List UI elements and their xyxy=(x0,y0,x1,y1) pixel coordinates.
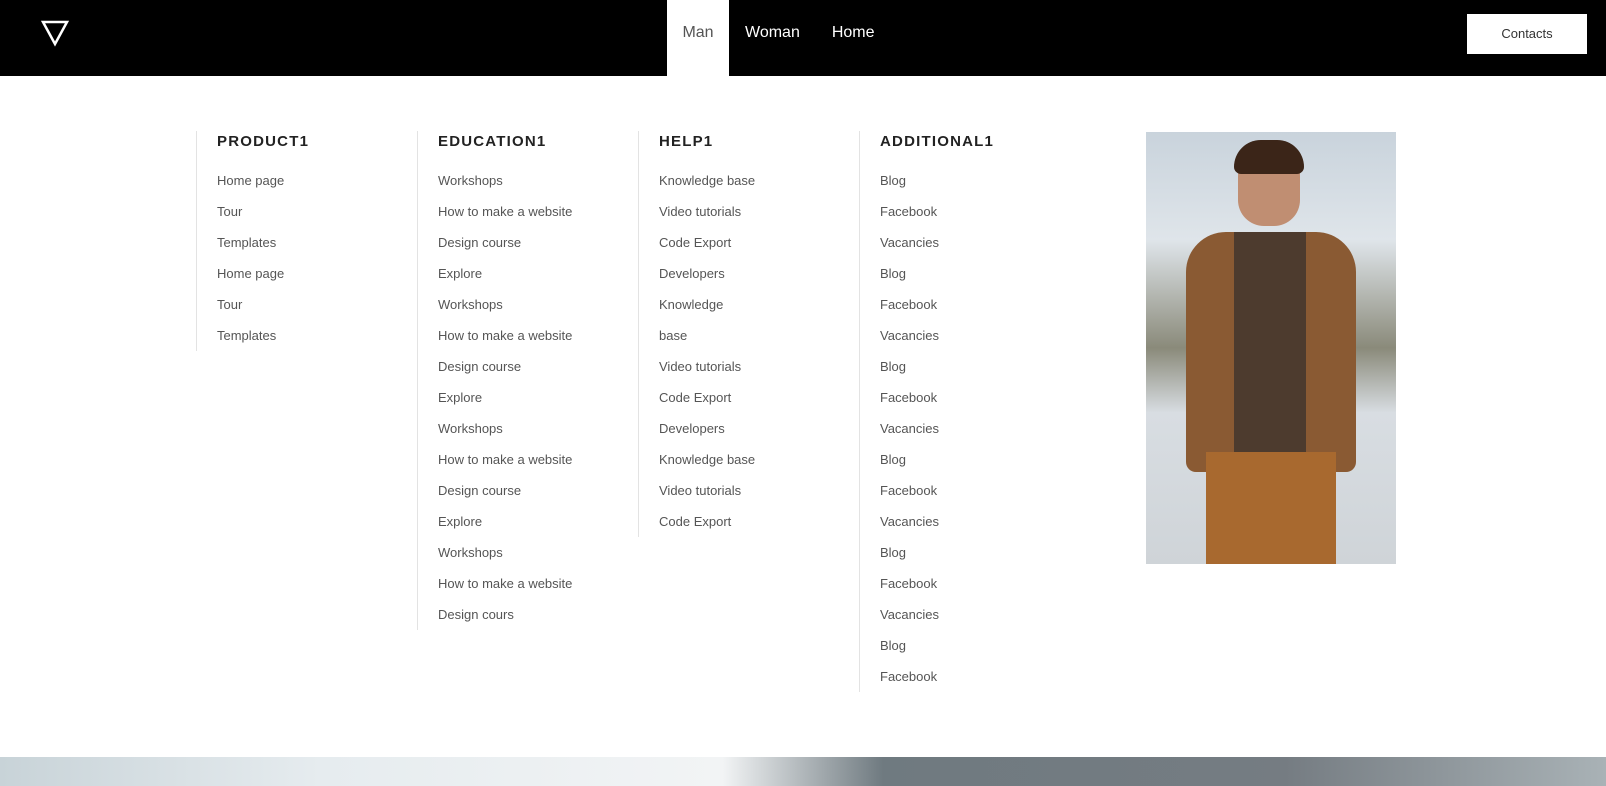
background-hero-image xyxy=(0,757,1606,786)
menu-column-additional1: ADDITIONAL1 Blog Facebook Vacancies Blog Face… xyxy=(859,131,994,692)
menu-link[interactable]: Vacancies xyxy=(880,599,994,630)
nav-woman[interactable]: Woman xyxy=(729,0,816,76)
menu-link[interactable]: How to make a website xyxy=(438,568,572,599)
link-list: Workshops How to make a website Design cou… xyxy=(438,165,572,630)
menu-link[interactable]: Facebook xyxy=(880,475,994,506)
menu-link[interactable]: Facebook xyxy=(880,568,994,599)
menu-link[interactable]: Vacancies xyxy=(880,506,994,537)
main-nav: Man Woman Home xyxy=(667,0,891,76)
menu-link[interactable]: Design course xyxy=(438,475,572,506)
menu-link[interactable]: Facebook xyxy=(880,382,994,413)
menu-link[interactable]: How to make a website xyxy=(438,320,572,351)
menu-link[interactable]: Vacancies xyxy=(880,320,994,351)
menu-link[interactable]: Workshops xyxy=(438,537,572,568)
menu-link[interactable]: Code Export xyxy=(659,382,755,413)
menu-link[interactable]: Blog xyxy=(880,165,994,196)
column-heading: HELP1 xyxy=(659,133,714,150)
nav-home[interactable]: Home xyxy=(816,0,891,76)
menu-link[interactable]: Vacancies xyxy=(880,413,994,444)
menu-link[interactable]: Blog xyxy=(880,537,994,568)
menu-link[interactable]: Knowledge xyxy=(659,289,755,320)
menu-link[interactable]: Video tutorials xyxy=(659,475,755,506)
link-list: Blog Facebook Vacancies Blog Facebook Vacanci… xyxy=(880,165,994,692)
top-header: Man Woman Home Contacts xyxy=(0,0,1606,76)
menu-link[interactable]: Developers xyxy=(659,413,755,444)
menu-link[interactable]: Video tutorials xyxy=(659,351,755,382)
contacts-button[interactable]: Contacts xyxy=(1467,14,1587,54)
column-heading: EDUCATION1 xyxy=(438,133,547,150)
menu-link[interactable]: Blog xyxy=(880,351,994,382)
menu-column-education1: EDUCATION1 Workshops How to make a website… xyxy=(417,131,572,630)
menu-link[interactable]: Workshops xyxy=(438,289,572,320)
menu-link[interactable]: Facebook xyxy=(880,661,994,692)
menu-link[interactable]: Facebook xyxy=(880,196,994,227)
column-heading: ADDITIONAL1 xyxy=(880,133,995,150)
menu-link[interactable]: Blog xyxy=(880,444,994,475)
menu-link[interactable]: Templates xyxy=(217,227,309,258)
nav-man[interactable]: Man xyxy=(667,0,729,76)
menu-link[interactable]: Design course xyxy=(438,351,572,382)
menu-link[interactable]: How to make a website xyxy=(438,444,572,475)
menu-link[interactable]: Code Export xyxy=(659,227,755,258)
menu-column-product1: PRODUCT1 Home page Tour Templates Home page T… xyxy=(196,131,309,351)
menu-link[interactable]: Explore xyxy=(438,258,572,289)
menu-link[interactable]: Code Export xyxy=(659,506,755,537)
logo-triangle-icon[interactable] xyxy=(40,18,70,48)
menu-link[interactable]: Vacancies xyxy=(880,227,994,258)
menu-link[interactable]: Tour xyxy=(217,289,309,320)
menu-link[interactable]: Explore xyxy=(438,506,572,537)
menu-link[interactable]: Design course xyxy=(438,227,572,258)
menu-link[interactable]: Tour xyxy=(217,196,309,227)
menu-link[interactable]: Facebook xyxy=(880,289,994,320)
menu-link[interactable]: base xyxy=(659,320,755,351)
menu-link[interactable]: Knowledge base xyxy=(659,165,755,196)
menu-link[interactable]: Workshops xyxy=(438,165,572,196)
menu-link[interactable]: Home page xyxy=(217,258,309,289)
menu-link[interactable]: How to make a website xyxy=(438,196,572,227)
menu-link[interactable]: Home page xyxy=(217,165,309,196)
man-model-photo xyxy=(1146,132,1396,564)
menu-link[interactable]: Blog xyxy=(880,258,994,289)
menu-link[interactable]: Knowledge base xyxy=(659,444,755,475)
column-heading: PRODUCT1 xyxy=(217,133,310,150)
menu-link[interactable]: Explore xyxy=(438,382,572,413)
menu-column-help1: HELP1 Knowledge base Video tutorials Code E… xyxy=(638,131,755,537)
menu-link[interactable]: Workshops xyxy=(438,413,572,444)
menu-link[interactable]: Video tutorials xyxy=(659,196,755,227)
link-list: Home page Tour Templates Home page Tour Templ… xyxy=(217,165,309,351)
menu-link[interactable]: Developers xyxy=(659,258,755,289)
menu-link[interactable]: Blog xyxy=(880,630,994,661)
menu-link[interactable]: Design cours xyxy=(438,599,572,630)
menu-link[interactable]: Templates xyxy=(217,320,309,351)
link-list: Knowledge base Video tutorials Code Export… xyxy=(659,165,755,537)
